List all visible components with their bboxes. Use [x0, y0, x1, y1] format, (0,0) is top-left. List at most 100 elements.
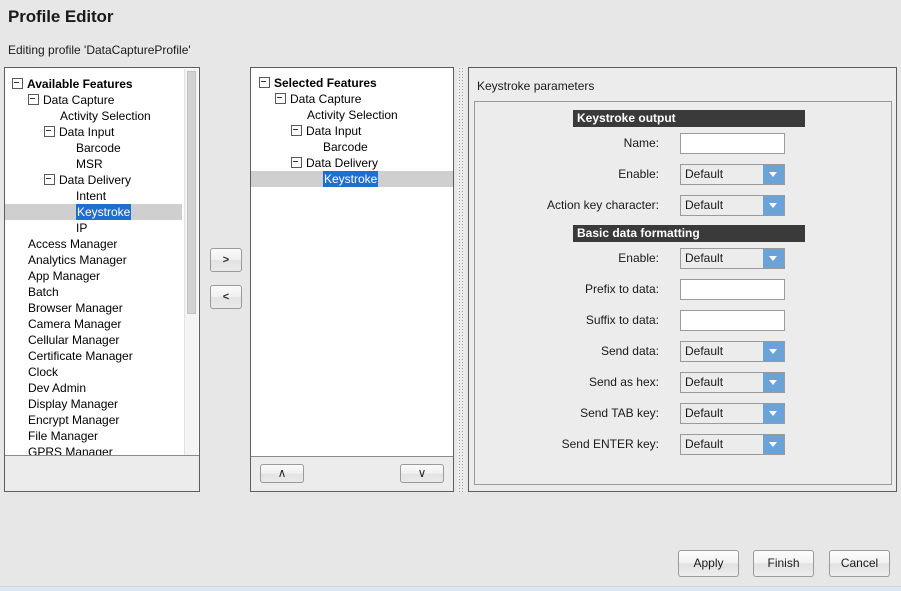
tree-row[interactable]: Data Delivery — [251, 155, 453, 171]
tree-item-label: Available Features — [27, 77, 133, 91]
parameters-title: Keystroke parameters — [477, 79, 595, 93]
collapse-toggle-icon[interactable] — [28, 94, 39, 106]
collapse-toggle-icon[interactable] — [275, 93, 286, 105]
tree-item-label: Dev Admin — [28, 381, 87, 395]
parameter-dropdown[interactable]: Default — [680, 195, 785, 216]
collapse-toggle-icon[interactable] — [291, 125, 302, 137]
tree-row[interactable]: Data Input — [251, 123, 453, 139]
tree-row[interactable]: Selected Features — [251, 75, 453, 91]
tree-item-label: Browser Manager — [28, 301, 123, 315]
available-features-scrollbar[interactable] — [184, 69, 198, 455]
collapse-toggle-icon[interactable] — [44, 126, 55, 138]
chevron-down-icon[interactable] — [763, 435, 784, 454]
finish-button[interactable]: Finish — [753, 550, 814, 577]
collapse-toggle-icon[interactable] — [12, 78, 23, 90]
parameter-dropdown-value: Default — [685, 406, 724, 420]
tree-row[interactable]: Activity Selection — [5, 108, 182, 124]
parameter-dropdown[interactable]: Default — [680, 403, 785, 424]
tree-row[interactable]: Data Capture — [5, 92, 182, 108]
remove-feature-button[interactable]: < — [210, 285, 242, 309]
tree-row[interactable]: GPRS Manager — [5, 444, 182, 455]
tree-row[interactable]: Access Manager — [5, 236, 182, 252]
parameter-label: Name: — [623, 136, 659, 150]
tree-row[interactable]: Batch — [5, 284, 182, 300]
tree-row[interactable]: Cellular Manager — [5, 332, 182, 348]
parameter-row: Send as hex: Default — [475, 372, 891, 396]
tree-row[interactable]: Barcode — [251, 139, 453, 155]
tree-item-label: Camera Manager — [28, 317, 122, 331]
selected-features-panel: Selected Features Data Capture Activity Se… — [250, 67, 454, 492]
parameter-label: Enable: — [618, 167, 659, 181]
parameter-dropdown[interactable]: Default — [680, 372, 785, 393]
parameter-dropdown-value: Default — [685, 198, 724, 212]
parameter-row: Enable: Default — [475, 248, 891, 272]
parameter-dropdown[interactable]: Default — [680, 434, 785, 455]
tree-item-label: Intent — [76, 189, 107, 203]
move-down-button[interactable]: ∨ — [400, 464, 444, 483]
parameter-text-input[interactable] — [680, 133, 785, 154]
tree-row[interactable]: MSR — [5, 156, 182, 172]
parameter-row: Name: — [475, 133, 891, 157]
tree-row[interactable]: Intent — [5, 188, 182, 204]
chevron-down-icon[interactable] — [763, 404, 784, 423]
parameter-label: Action key character: — [546, 198, 659, 212]
tree-row[interactable]: Data Delivery — [5, 172, 182, 188]
tree-row[interactable]: Dev Admin — [5, 380, 182, 396]
tree-row[interactable]: Available Features — [5, 76, 182, 92]
parameter-dropdown[interactable]: Default — [680, 248, 785, 269]
available-features-panel: Available Features Data Capture Activity S… — [4, 67, 200, 492]
tree-item-label: Selected Features — [274, 76, 377, 90]
tree-item-label: Keystroke — [323, 171, 379, 187]
tree-row[interactable]: Camera Manager — [5, 316, 182, 332]
tree-item-label: Activity Selection — [60, 109, 151, 123]
chevron-down-icon[interactable] — [763, 373, 784, 392]
add-feature-button[interactable]: > — [210, 248, 242, 272]
apply-button[interactable]: Apply — [678, 550, 739, 577]
panel-splitter[interactable] — [457, 67, 465, 492]
tree-row[interactable]: IP — [5, 220, 182, 236]
cancel-button[interactable]: Cancel — [829, 550, 890, 577]
parameter-dropdown[interactable]: Default — [680, 341, 785, 362]
collapse-toggle-icon[interactable] — [259, 77, 270, 89]
chevron-down-icon[interactable] — [763, 196, 784, 215]
parameter-label: Suffix to data: — [585, 313, 659, 327]
tree-item-label: Certificate Manager — [28, 349, 133, 363]
collapse-toggle-icon[interactable] — [44, 174, 55, 186]
tree-item-label: Analytics Manager — [28, 253, 127, 267]
parameter-text-input[interactable] — [680, 279, 785, 300]
tree-row[interactable]: Data Capture — [251, 91, 453, 107]
parameter-dropdown[interactable]: Default — [680, 164, 785, 185]
scrollbar-thumb[interactable] — [187, 71, 196, 314]
parameter-label: Send data: — [600, 344, 659, 358]
collapse-toggle-icon[interactable] — [291, 157, 302, 169]
tree-row[interactable]: Activity Selection — [251, 107, 453, 123]
tree-item-label: Display Manager — [28, 397, 119, 411]
parameter-dropdown-value: Default — [685, 251, 724, 265]
available-features-tree[interactable]: Available Features Data Capture Activity S… — [5, 68, 199, 456]
tree-row[interactable]: Clock — [5, 364, 182, 380]
chevron-down-icon[interactable] — [763, 342, 784, 361]
tree-row[interactable]: Barcode — [5, 140, 182, 156]
chevron-down-icon[interactable] — [763, 165, 784, 184]
selected-features-tree[interactable]: Selected Features Data Capture Activity Se… — [251, 68, 453, 457]
parameter-text-input[interactable] — [680, 310, 785, 331]
tree-row[interactable]: Browser Manager — [5, 300, 182, 316]
tree-row[interactable]: Certificate Manager — [5, 348, 182, 364]
tree-row[interactable]: Analytics Manager — [5, 252, 182, 268]
tree-row[interactable]: Display Manager — [5, 396, 182, 412]
parameter-label: Send as hex: — [588, 375, 659, 389]
tree-row[interactable]: Data Input — [5, 124, 182, 140]
tree-row[interactable]: Encrypt Manager — [5, 412, 182, 428]
tree-item-label: Encrypt Manager — [28, 413, 120, 427]
tree-item-label: Data Input — [306, 124, 362, 138]
parameter-row: Send TAB key: Default — [475, 403, 891, 427]
tree-row[interactable]: App Manager — [5, 268, 182, 284]
parameter-row: Prefix to data: — [475, 279, 891, 303]
tree-row[interactable]: File Manager — [5, 428, 182, 444]
parameter-label: Send ENTER key: — [561, 437, 659, 451]
move-up-button[interactable]: ∧ — [260, 464, 304, 483]
chevron-down-icon[interactable] — [763, 249, 784, 268]
tree-row[interactable]: Keystroke — [251, 171, 453, 187]
tree-item-label: Activity Selection — [307, 108, 398, 122]
tree-row[interactable]: Keystroke — [5, 204, 182, 220]
